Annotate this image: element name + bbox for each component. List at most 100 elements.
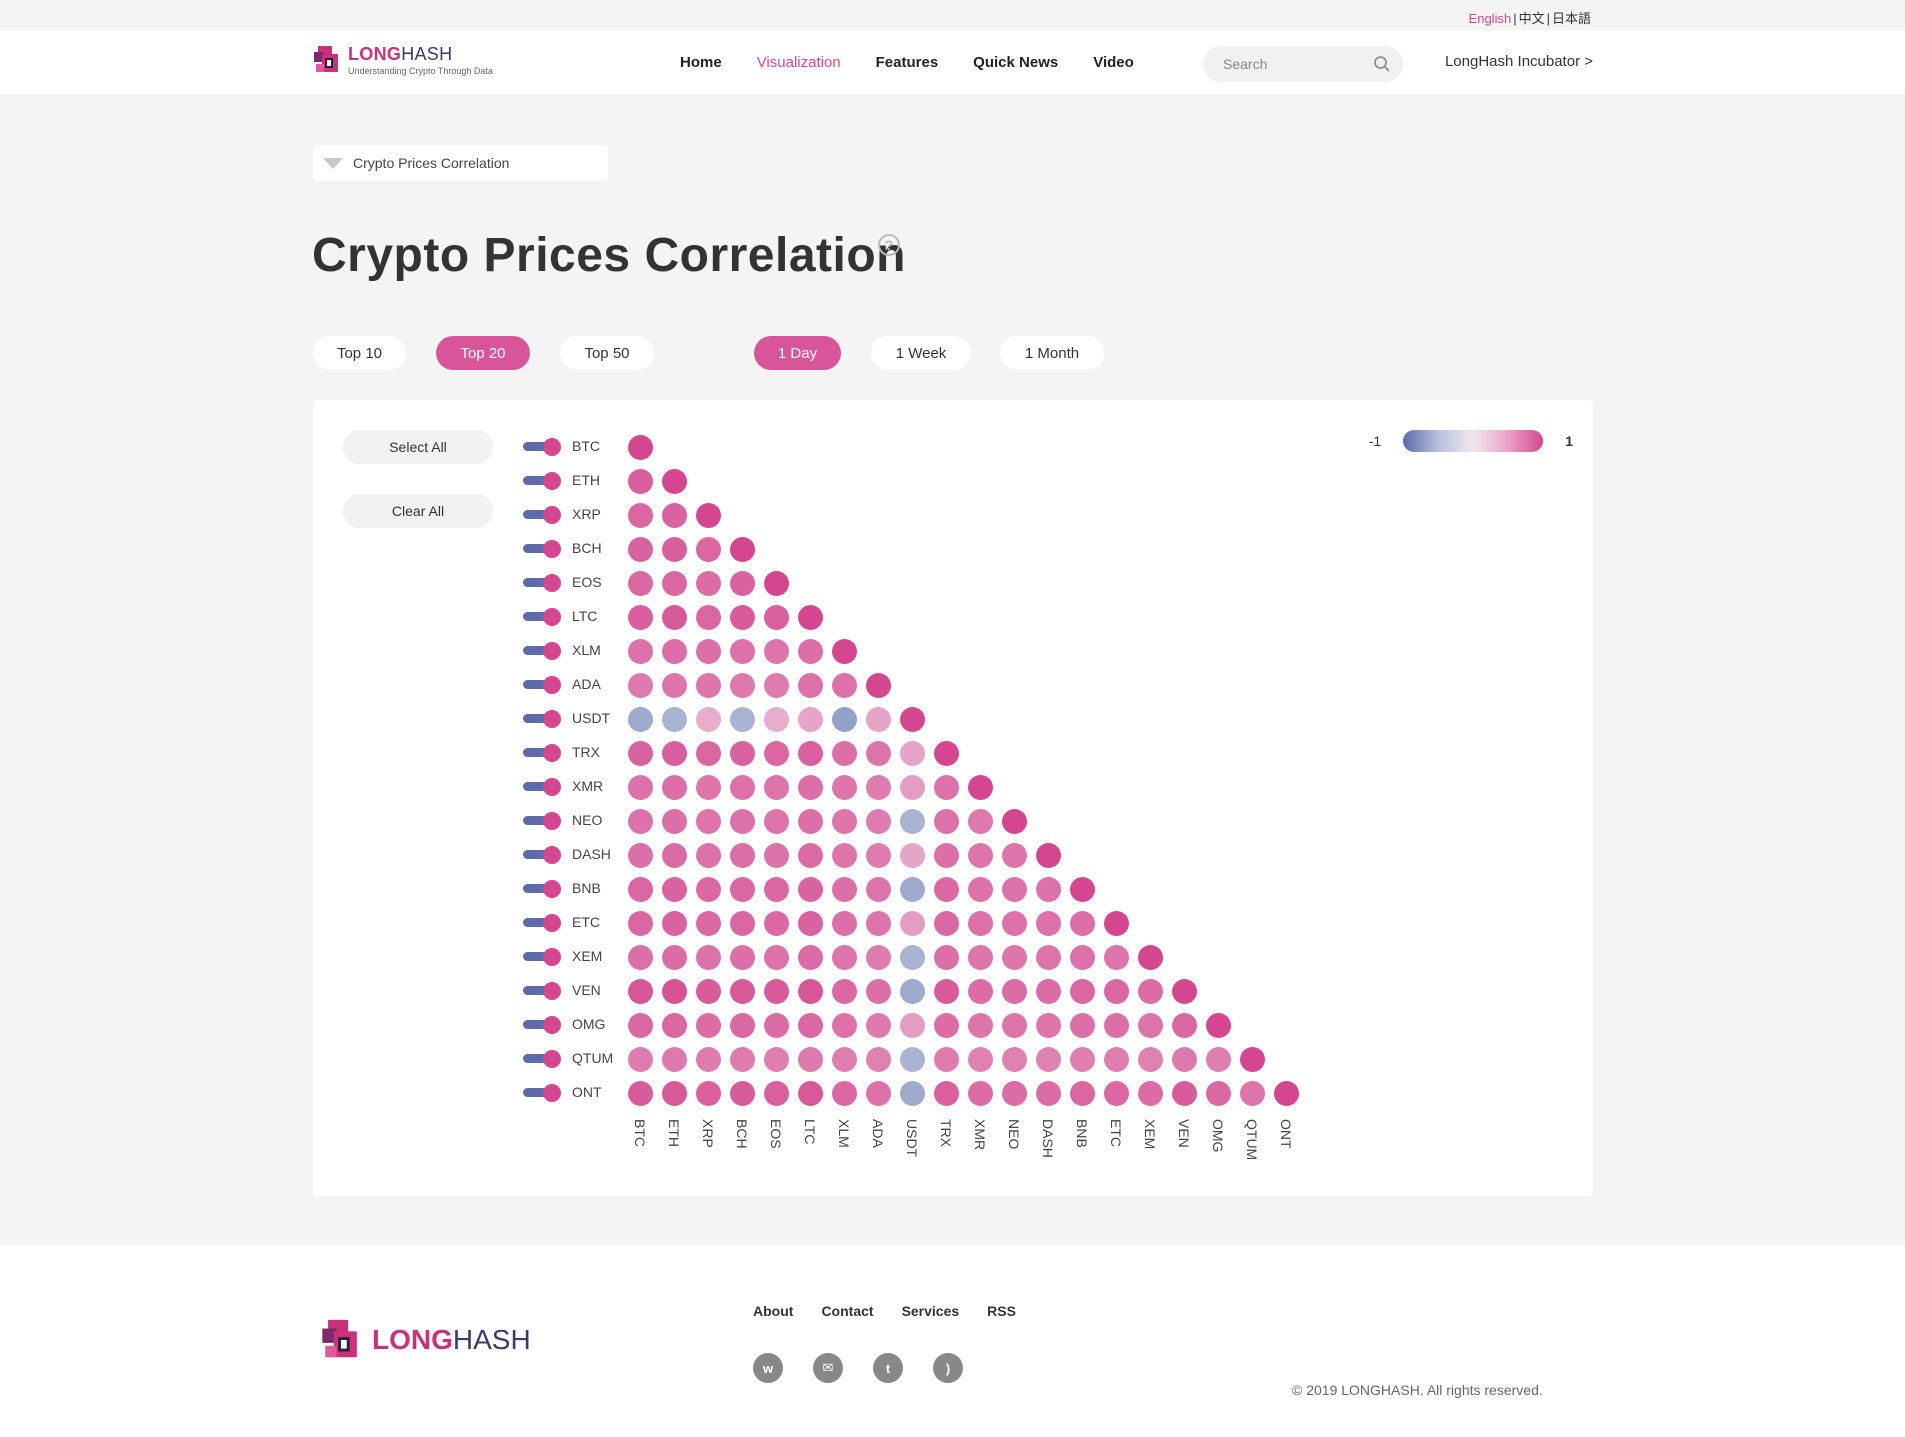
cell-omg-omg[interactable] — [1206, 1013, 1231, 1038]
cell-xem-usdt[interactable] — [900, 945, 925, 970]
cell-bnb-xmr[interactable] — [968, 877, 993, 902]
cell-bch-btc[interactable] — [628, 537, 653, 562]
toggle-dash[interactable] — [523, 846, 563, 864]
question-icon[interactable]: ? — [878, 234, 900, 256]
toggle-omg[interactable] — [523, 1016, 563, 1034]
cell-bch-eth[interactable] — [662, 537, 687, 562]
cell-omg-xmr[interactable] — [968, 1013, 993, 1038]
cell-dash-btc[interactable] — [628, 843, 653, 868]
select-all-button[interactable]: Select All — [343, 430, 493, 464]
nav-visualization[interactable]: Visualization — [757, 54, 841, 71]
cell-xrp-btc[interactable] — [628, 503, 653, 528]
cell-omg-trx[interactable] — [934, 1013, 959, 1038]
cell-ada-bch[interactable] — [730, 673, 755, 698]
cell-xmr-xmr[interactable] — [968, 775, 993, 800]
site-logo[interactable]: LONGHASH Understanding Crypto Through Da… — [312, 44, 493, 76]
cell-ada-eth[interactable] — [662, 673, 687, 698]
footer-logo[interactable]: LONGHASH — [318, 1317, 531, 1363]
cell-usdt-btc[interactable] — [628, 707, 653, 732]
cell-xlm-eth[interactable] — [662, 639, 687, 664]
language-english[interactable]: English — [1469, 11, 1512, 26]
rss-icon[interactable]: ) — [933, 1353, 963, 1383]
cell-etc-etc[interactable] — [1104, 911, 1129, 936]
cell-ada-xlm[interactable] — [832, 673, 857, 698]
cell-qtum-xlm[interactable] — [832, 1047, 857, 1072]
cell-ont-btc[interactable] — [628, 1081, 653, 1106]
cell-bnb-bnb[interactable] — [1070, 877, 1095, 902]
cell-dash-xlm[interactable] — [832, 843, 857, 868]
cell-usdt-eos[interactable] — [764, 707, 789, 732]
cell-ont-qtum[interactable] — [1240, 1081, 1265, 1106]
toggle-xem[interactable] — [523, 948, 563, 966]
cell-trx-bch[interactable] — [730, 741, 755, 766]
cell-bnb-eos[interactable] — [764, 877, 789, 902]
cell-eos-btc[interactable] — [628, 571, 653, 596]
cell-usdt-ltc[interactable] — [798, 707, 823, 732]
cell-ven-bnb[interactable] — [1070, 979, 1095, 1004]
cell-bnb-bch[interactable] — [730, 877, 755, 902]
cell-qtum-dash[interactable] — [1036, 1047, 1061, 1072]
cell-bch-xrp[interactable] — [696, 537, 721, 562]
cell-qtum-eos[interactable] — [764, 1047, 789, 1072]
cell-ltc-eos[interactable] — [764, 605, 789, 630]
cell-eth-btc[interactable] — [628, 469, 653, 494]
cell-neo-trx[interactable] — [934, 809, 959, 834]
cell-xem-ada[interactable] — [866, 945, 891, 970]
cell-neo-ada[interactable] — [866, 809, 891, 834]
cell-ada-eos[interactable] — [764, 673, 789, 698]
cell-ltc-eth[interactable] — [662, 605, 687, 630]
cell-bnb-usdt[interactable] — [900, 877, 925, 902]
cell-bnb-eth[interactable] — [662, 877, 687, 902]
wechat-icon[interactable]: ✉ — [813, 1353, 843, 1383]
cell-dash-eth[interactable] — [662, 843, 687, 868]
cell-ont-xrp[interactable] — [696, 1081, 721, 1106]
cell-qtum-omg[interactable] — [1206, 1047, 1231, 1072]
cell-eos-xrp[interactable] — [696, 571, 721, 596]
footer-services-link[interactable]: Services — [902, 1303, 960, 1319]
cell-ltc-bch[interactable] — [730, 605, 755, 630]
toggle-trx[interactable] — [523, 744, 563, 762]
cell-ont-bnb[interactable] — [1070, 1081, 1095, 1106]
cell-omg-xrp[interactable] — [696, 1013, 721, 1038]
search-input[interactable] — [1223, 56, 1373, 72]
cell-omg-bnb[interactable] — [1070, 1013, 1095, 1038]
cell-xmr-eos[interactable] — [764, 775, 789, 800]
cell-ven-xmr[interactable] — [968, 979, 993, 1004]
cell-eth-eth[interactable] — [662, 469, 687, 494]
toggle-eth[interactable] — [523, 472, 563, 490]
cell-xlm-btc[interactable] — [628, 639, 653, 664]
cell-ven-etc[interactable] — [1104, 979, 1129, 1004]
cell-ven-xem[interactable] — [1138, 979, 1163, 1004]
nav-quick-news[interactable]: Quick News — [973, 54, 1058, 71]
cell-qtum-btc[interactable] — [628, 1047, 653, 1072]
filter-top-20[interactable]: Top 20 — [436, 336, 530, 370]
cell-qtum-ltc[interactable] — [798, 1047, 823, 1072]
cell-qtum-trx[interactable] — [934, 1047, 959, 1072]
language-japanese[interactable]: 日本語 — [1552, 11, 1591, 26]
cell-ven-btc[interactable] — [628, 979, 653, 1004]
nav-features[interactable]: Features — [876, 54, 939, 71]
cell-bnb-trx[interactable] — [934, 877, 959, 902]
cell-omg-dash[interactable] — [1036, 1013, 1061, 1038]
cell-bnb-xrp[interactable] — [696, 877, 721, 902]
cell-omg-ltc[interactable] — [798, 1013, 823, 1038]
toggle-ltc[interactable] — [523, 608, 563, 626]
cell-neo-usdt[interactable] — [900, 809, 925, 834]
cell-usdt-xrp[interactable] — [696, 707, 721, 732]
cell-ven-eos[interactable] — [764, 979, 789, 1004]
cell-dash-xmr[interactable] — [968, 843, 993, 868]
cell-qtum-xem[interactable] — [1138, 1047, 1163, 1072]
cell-omg-eos[interactable] — [764, 1013, 789, 1038]
cell-bnb-ada[interactable] — [866, 877, 891, 902]
cell-neo-eth[interactable] — [662, 809, 687, 834]
cell-usdt-xlm[interactable] — [832, 707, 857, 732]
cell-eos-eth[interactable] — [662, 571, 687, 596]
cell-xmr-ada[interactable] — [866, 775, 891, 800]
cell-qtum-etc[interactable] — [1104, 1047, 1129, 1072]
cell-trx-ada[interactable] — [866, 741, 891, 766]
cell-qtum-xmr[interactable] — [968, 1047, 993, 1072]
cell-xem-xrp[interactable] — [696, 945, 721, 970]
cell-eos-eos[interactable] — [764, 571, 789, 596]
cell-xrp-xrp[interactable] — [696, 503, 721, 528]
footer-contact-link[interactable]: Contact — [821, 1303, 873, 1319]
